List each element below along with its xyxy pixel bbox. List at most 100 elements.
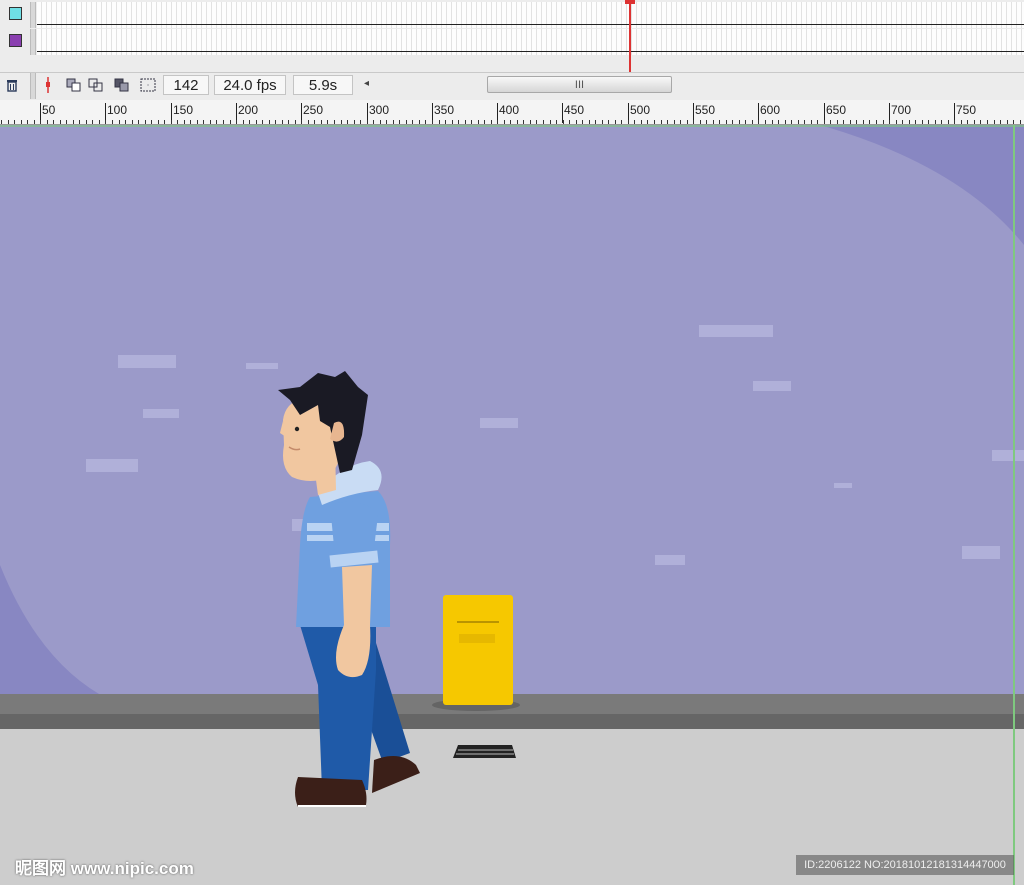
ruler-minor-tick (536, 120, 537, 124)
ruler-minor-tick (504, 120, 505, 124)
ruler-minor-tick (419, 120, 420, 124)
sky-arc-shape (820, 125, 1024, 245)
ruler-minor-tick (928, 120, 929, 124)
ruler-minor-tick (798, 120, 799, 124)
layer-row-2[interactable] (0, 29, 1024, 55)
wall-brick (962, 546, 1000, 559)
ruler-minor-tick (719, 120, 720, 124)
character-eye (294, 426, 300, 432)
watermark-left: 昵图网 www.nipic.com (15, 859, 194, 878)
ruler-minor-tick (791, 120, 792, 124)
wall-brick (992, 450, 1024, 461)
playhead-line[interactable] (629, 0, 631, 73)
scroll-left-arrow-icon[interactable]: ◂ (364, 78, 369, 89)
ruler-minor-tick (863, 120, 864, 124)
ruler-minor-tick (40, 120, 41, 124)
ruler-minor-tick (197, 120, 198, 124)
modify-markers-icon[interactable]: · (140, 77, 156, 93)
wall-brick (699, 325, 773, 337)
ruler-minor-tick (99, 120, 100, 124)
ruler-minor-tick (53, 120, 54, 124)
ruler-minor-tick (177, 120, 178, 124)
ruler-minor-tick (974, 120, 975, 124)
ruler-minor-tick (171, 120, 172, 124)
scene-artwork (0, 125, 1024, 885)
ruler-label: 750 (956, 103, 977, 117)
ruler-minor-tick (386, 120, 387, 124)
ruler-minor-tick (804, 120, 805, 124)
ruler-minor-tick (308, 120, 309, 124)
ruler-minor-tick (184, 120, 185, 124)
watermark-right: ID:2206122 NO:20181012181314447000 (796, 855, 1014, 875)
ruler-minor-tick (530, 120, 531, 124)
ruler-minor-tick (125, 120, 126, 124)
layer-separator (30, 2, 36, 28)
scrollbar-thumb[interactable]: III (487, 76, 672, 93)
edit-multiple-frames-icon[interactable] (114, 77, 130, 93)
ruler-minor-tick (216, 120, 217, 124)
ruler-minor-tick (693, 120, 694, 124)
ruler-minor-tick (706, 120, 707, 124)
sky-arc-shape (0, 565, 110, 700)
ruler-minor-tick (948, 120, 949, 124)
guide-line-horizontal[interactable] (0, 125, 1024, 127)
svg-text:·: · (147, 81, 150, 90)
ruler-minor-tick (889, 120, 890, 124)
wall-brick (118, 355, 176, 368)
curb-front (0, 714, 1024, 730)
ruler-label: 700 (891, 103, 912, 117)
layer-row-1[interactable] (0, 2, 1024, 28)
ruler-minor-tick (354, 120, 355, 124)
ruler-minor-tick (151, 120, 152, 124)
layer-color-swatch[interactable] (9, 34, 22, 47)
ruler-minor-tick (132, 120, 133, 124)
guide-line-vertical[interactable] (1013, 125, 1015, 885)
ruler-minor-tick (915, 120, 916, 124)
ruler-minor-tick (569, 120, 570, 124)
ruler-minor-tick (262, 120, 263, 124)
ruler-minor-tick (138, 120, 139, 124)
stage-canvas[interactable] (0, 125, 1024, 885)
horizontal-ruler: 50 100 150 200 250 300 350 400 450 500 550 600 650 70… (0, 100, 1024, 125)
ruler-minor-tick (621, 120, 622, 124)
ruler-minor-tick (680, 120, 681, 124)
ruler-minor-tick (301, 120, 302, 124)
current-frame-field[interactable]: 142 (163, 75, 209, 95)
onion-skin-outlines-icon[interactable] (88, 77, 104, 93)
layer-color-swatch[interactable] (9, 7, 22, 20)
ruler-minor-tick (713, 120, 714, 124)
ruler-minor-tick (452, 120, 453, 124)
trash-icon[interactable] (4, 77, 20, 93)
elapsed-time-field: 5.9s (293, 75, 353, 95)
wall-brick (480, 418, 518, 428)
ruler-minor-tick (275, 120, 276, 124)
ruler-minor-tick (105, 120, 106, 124)
frame-rate-field[interactable]: 24.0 fps (214, 75, 286, 95)
ruler-minor-tick (576, 120, 577, 124)
ruler-minor-tick (752, 120, 753, 124)
ruler-minor-tick (321, 120, 322, 124)
center-frame-icon[interactable] (40, 77, 56, 93)
ruler-minor-tick (608, 120, 609, 124)
ruler-minor-tick (510, 120, 511, 124)
onion-skin-icon[interactable] (66, 77, 82, 93)
timeline-scrollbar[interactable] (380, 76, 1024, 94)
ruler-minor-tick (66, 120, 67, 124)
ruler-minor-tick (647, 120, 648, 124)
ruler-minor-tick (732, 120, 733, 124)
ruler-minor-tick (439, 120, 440, 124)
panel-divider (30, 73, 36, 99)
ruler-minor-tick (758, 120, 759, 124)
ruler-minor-tick (373, 120, 374, 124)
ruler-minor-tick (615, 120, 616, 124)
ruler-minor-tick (523, 120, 524, 124)
ruler-minor-tick (145, 120, 146, 124)
wall-brick (834, 483, 852, 488)
wall-brick (655, 555, 685, 565)
ruler-label: 350 (434, 103, 455, 117)
ruler-minor-tick (347, 120, 348, 124)
ruler-minor-tick (602, 120, 603, 124)
ruler-minor-tick (393, 120, 394, 124)
ruler-minor-tick (406, 120, 407, 124)
ruler-minor-tick (334, 120, 335, 124)
